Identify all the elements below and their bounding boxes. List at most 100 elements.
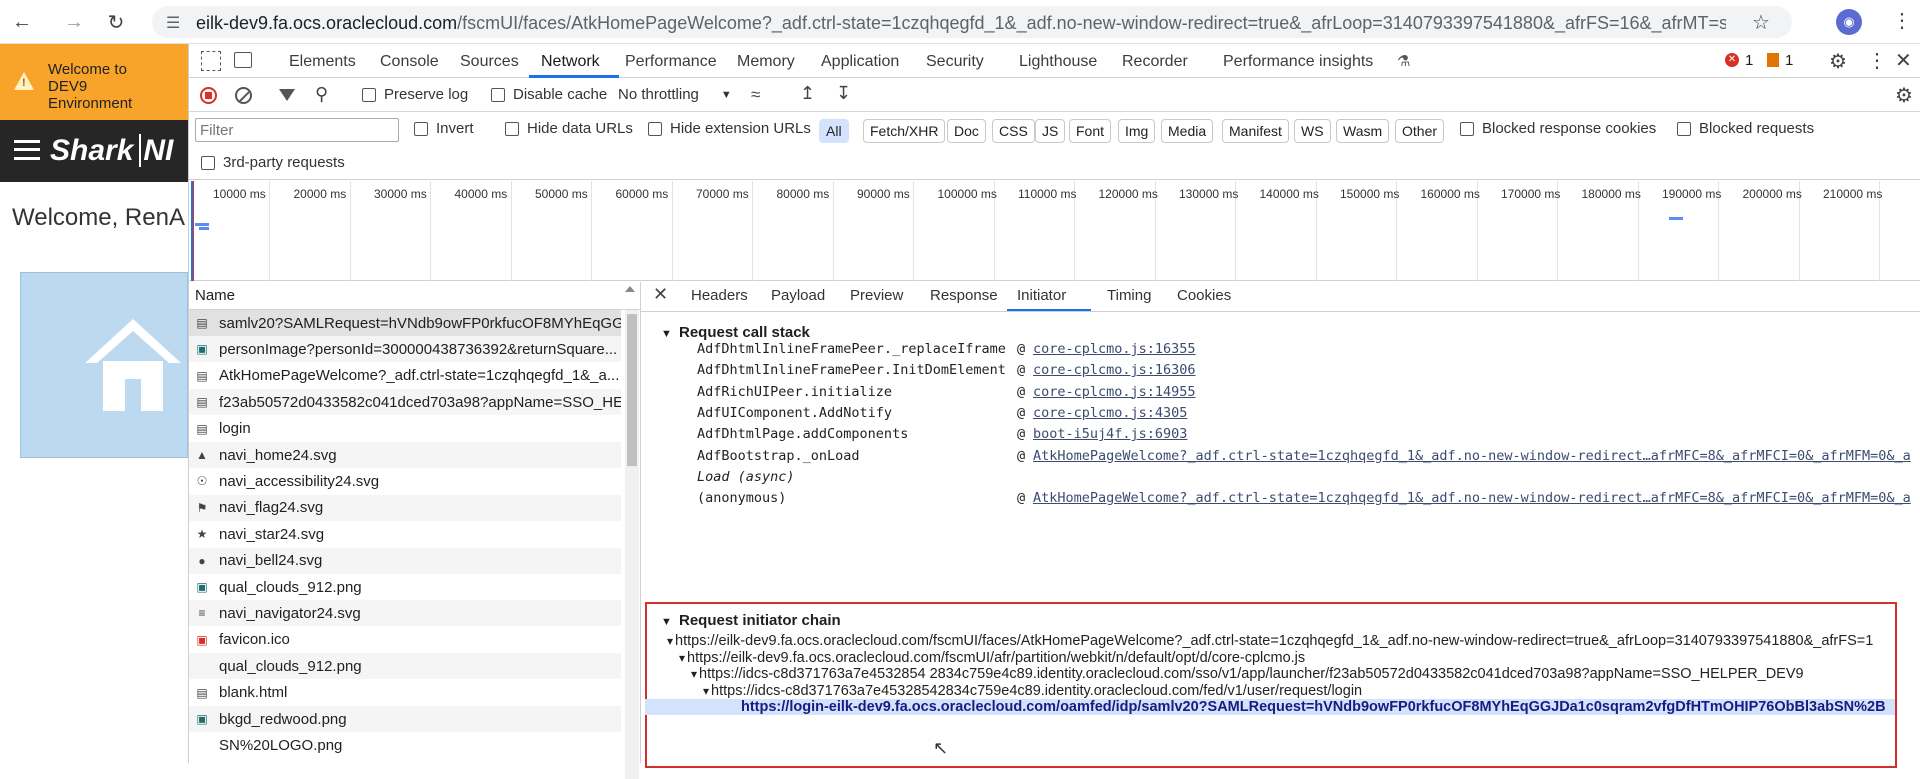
record-stop-icon[interactable] (200, 87, 217, 104)
type-filter-doc[interactable]: Doc (947, 119, 986, 143)
profile-avatar[interactable]: ◉ (1836, 9, 1862, 35)
tab-performance-insights[interactable]: Performance insights (1223, 53, 1373, 71)
hamburger-menu-icon[interactable] (14, 140, 40, 160)
tab-timing[interactable]: Timing (1107, 287, 1151, 304)
tab-cookies[interactable]: Cookies (1177, 287, 1231, 304)
type-filter-ws[interactable]: WS (1294, 119, 1331, 143)
tab-performance[interactable]: Performance (625, 53, 717, 71)
request-row[interactable]: ▣personImage?personId=300000438736392&re… (189, 336, 621, 362)
stack-source-link[interactable]: boot-i5uj4f.js:6903 (1033, 426, 1187, 442)
disable-cache-checkbox[interactable]: Disable cache (491, 86, 607, 103)
close-details-icon[interactable]: ✕ (653, 284, 668, 305)
request-row[interactable]: ▣qual_clouds_912.png (189, 574, 621, 600)
initiator-chain-item[interactable]: ▾https://eilk-dev9.fa.ocs.oraclecloud.co… (679, 650, 1305, 666)
collapse-triangle-icon[interactable]: ▼ (661, 616, 672, 628)
error-icon[interactable]: ✕ (1725, 53, 1739, 67)
filter-funnel-icon[interactable] (279, 89, 295, 101)
tab-initiator[interactable]: Initiator (1017, 287, 1066, 304)
export-har-icon[interactable]: ↧ (836, 83, 851, 104)
address-bar[interactable]: ☰ eilk-dev9.fa.ocs.oraclecloud.com/fscmU… (152, 6, 1792, 38)
request-row[interactable]: SN%20LOGO.png (189, 732, 621, 758)
request-row[interactable]: ☉navi_accessibility24.svg (189, 468, 621, 494)
tab-response[interactable]: Response (930, 287, 998, 304)
request-row[interactable]: qual_clouds_912.png (189, 653, 621, 679)
tab-memory[interactable]: Memory (737, 53, 795, 71)
request-list-scrollbar[interactable] (625, 310, 639, 779)
import-har-icon[interactable]: ↥ (800, 83, 815, 104)
sort-up-icon[interactable] (625, 286, 635, 292)
tab-elements[interactable]: Elements (289, 53, 356, 71)
blocked-response-cookies-checkbox[interactable]: Blocked response cookies (1460, 120, 1656, 137)
stack-source-link[interactable]: AtkHomePageWelcome?_adf.ctrl-state=1czqh… (1033, 490, 1911, 506)
warning-badge-icon[interactable] (1767, 53, 1779, 67)
tab-preview[interactable]: Preview (850, 287, 903, 304)
request-row[interactable]: ≡navi_navigator24.svg (189, 600, 621, 626)
third-party-requests-checkbox[interactable]: 3rd-party requests (201, 154, 345, 171)
blocked-requests-checkbox[interactable]: Blocked requests (1677, 120, 1814, 137)
initiator-chain-item[interactable]: ▾https://idcs-c8d371763a7e45328542834c75… (703, 683, 1362, 699)
expand-triangle-icon[interactable]: ▾ (703, 684, 709, 698)
tab-lighthouse[interactable]: Lighthouse (1019, 53, 1097, 71)
preserve-log-checkbox[interactable]: Preserve log (362, 86, 468, 103)
forward-arrow-icon[interactable]: → (60, 8, 88, 36)
tab-headers[interactable]: Headers (691, 287, 748, 304)
expand-triangle-icon[interactable]: ▾ (667, 634, 673, 648)
throttling-select[interactable]: No throttling▼ (618, 86, 732, 103)
stack-source-link[interactable]: core-cplcmo.js:16306 (1033, 362, 1196, 378)
hide-extension-urls-checkbox[interactable]: Hide extension URLs (648, 120, 811, 137)
search-icon[interactable]: ⚲ (315, 84, 328, 105)
home-tile[interactable] (20, 272, 188, 458)
request-row[interactable]: ▣favicon.ico (189, 627, 621, 653)
tab-sources[interactable]: Sources (460, 53, 519, 71)
filter-input[interactable] (195, 118, 399, 142)
tab-application[interactable]: Application (821, 53, 899, 71)
hide-data-urls-checkbox[interactable]: Hide data URLs (505, 120, 633, 137)
reload-icon[interactable]: ↻ (102, 8, 130, 36)
initiator-chain-item[interactable]: https://login-eilk-dev9.fa.ocs.oracleclo… (645, 699, 1895, 715)
settings-gear-icon[interactable]: ⚙ (1829, 49, 1847, 74)
back-arrow-icon[interactable]: ← (8, 8, 36, 36)
inspect-element-icon[interactable] (201, 51, 221, 71)
name-column-header[interactable]: Name (189, 282, 641, 310)
network-overview-timeline[interactable]: 10000 ms20000 ms30000 ms40000 ms50000 ms… (189, 181, 1920, 281)
type-filter-wasm[interactable]: Wasm (1336, 119, 1389, 143)
type-filter-css[interactable]: CSS (992, 119, 1035, 143)
type-filter-img[interactable]: Img (1118, 119, 1155, 143)
invert-checkbox[interactable]: Invert (414, 120, 474, 137)
request-row[interactable]: ★navi_star24.svg (189, 521, 621, 547)
request-row[interactable]: ▲navi_home24.svg (189, 442, 621, 468)
error-count[interactable]: 1 (1745, 52, 1753, 69)
type-filter-fetch-xhr[interactable]: Fetch/XHR (863, 119, 945, 143)
network-conditions-icon[interactable]: ≈ (751, 85, 760, 105)
request-row[interactable]: ▤samlv20?SAMLRequest=hVNdb9owFP0rkfucOF8… (189, 310, 621, 336)
tab-recorder[interactable]: Recorder (1122, 53, 1188, 71)
type-filter-other[interactable]: Other (1395, 119, 1444, 143)
warning-count[interactable]: 1 (1785, 52, 1793, 69)
browser-menu-icon[interactable]: ⋮ (1892, 8, 1912, 33)
clear-log-icon[interactable] (235, 87, 252, 104)
expand-triangle-icon[interactable]: ▾ (679, 651, 685, 665)
bookmark-star-icon[interactable]: ☆ (1752, 10, 1770, 35)
type-filter-media[interactable]: Media (1161, 119, 1213, 143)
request-row[interactable]: ▤f23ab50572d0433582c041dced703a98?appNam… (189, 389, 621, 415)
request-row[interactable]: ▤AtkHomePageWelcome?_adf.ctrl-state=1czq… (189, 363, 621, 389)
request-row[interactable]: ▤login (189, 416, 621, 442)
tab-network[interactable]: Network (541, 53, 600, 71)
initiator-chain-title[interactable]: Request initiator chain (679, 612, 841, 629)
type-filter-font[interactable]: Font (1069, 119, 1111, 143)
request-row[interactable]: ▣bkgd_redwood.png (189, 706, 621, 732)
request-row[interactable]: ▤blank.html (189, 680, 621, 706)
close-devtools-icon[interactable]: ✕ (1895, 48, 1912, 73)
call-stack-title[interactable]: Request call stack (679, 324, 810, 341)
request-row[interactable]: ●navi_bell24.svg (189, 548, 621, 574)
tab-security[interactable]: Security (926, 53, 984, 71)
stack-source-link[interactable]: core-cplcmo.js:14955 (1033, 384, 1196, 400)
tab-console[interactable]: Console (380, 53, 439, 71)
stack-source-link[interactable]: core-cplcmo.js:16355 (1033, 341, 1196, 357)
device-toolbar-icon[interactable] (234, 52, 252, 68)
collapse-triangle-icon[interactable]: ▼ (661, 328, 672, 340)
devtools-menu-icon[interactable]: ⋮ (1867, 48, 1887, 73)
site-info-icon[interactable]: ☰ (166, 13, 180, 33)
initiator-chain-item[interactable]: ▾https://idcs-c8d371763a7e4532854 2834c7… (691, 666, 1804, 682)
stack-source-link[interactable]: AtkHomePageWelcome?_adf.ctrl-state=1czqh… (1033, 448, 1911, 464)
